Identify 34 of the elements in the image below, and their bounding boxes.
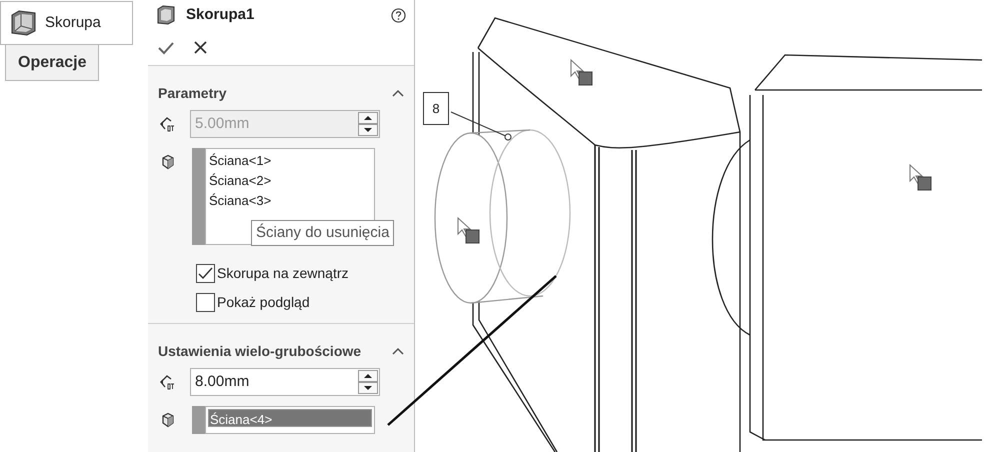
spin-down-icon[interactable] xyxy=(358,382,378,394)
close-icon[interactable] xyxy=(194,41,207,54)
checkbox-label: Skorupa na zewnątrz xyxy=(217,264,349,283)
spin-up-icon[interactable] xyxy=(358,370,378,382)
section-title: Ustawienia wielo-grubościowe xyxy=(158,342,362,361)
checkbox[interactable] xyxy=(196,264,215,283)
cursor-icon xyxy=(570,58,592,86)
cube-icon xyxy=(160,412,176,428)
face-list-item[interactable]: Ściana<1> xyxy=(208,151,372,171)
section-title: Parametry xyxy=(158,84,226,103)
cursor-icon xyxy=(910,164,932,190)
thickness-field[interactable]: 8.00mm xyxy=(190,368,380,396)
ok-check-icon[interactable] xyxy=(158,40,174,54)
help-icon[interactable] xyxy=(391,8,406,22)
spin-up-icon[interactable] xyxy=(358,112,378,124)
collapse-caret-icon[interactable] xyxy=(392,89,404,97)
face-list-item[interactable]: Ściana<4> xyxy=(208,409,372,427)
shell-command-button[interactable]: Skorupa xyxy=(0,1,133,45)
spin-down-icon[interactable] xyxy=(358,124,378,136)
panel-title: Skorupa1 xyxy=(186,4,256,25)
handle-icon[interactable] xyxy=(504,134,512,140)
dimension-callout[interactable]: 8 xyxy=(423,92,449,125)
features-tab[interactable]: Operacje xyxy=(5,45,100,81)
shell-feature-icon xyxy=(156,5,176,25)
face-list-item[interactable]: Ściana<3> xyxy=(208,191,372,211)
tooltip: Ściany do usunięcia xyxy=(251,220,394,246)
face-list-item[interactable]: Ściana<2> xyxy=(208,171,372,191)
checkbox-label: Pokaż podgląd xyxy=(217,293,310,312)
collapse-caret-icon[interactable] xyxy=(392,347,404,355)
cursor-icon xyxy=(458,216,480,244)
checkbox[interactable] xyxy=(196,293,215,312)
selection-bar xyxy=(192,406,205,434)
cube-icon xyxy=(160,154,176,170)
shell-box-icon xyxy=(9,9,37,37)
